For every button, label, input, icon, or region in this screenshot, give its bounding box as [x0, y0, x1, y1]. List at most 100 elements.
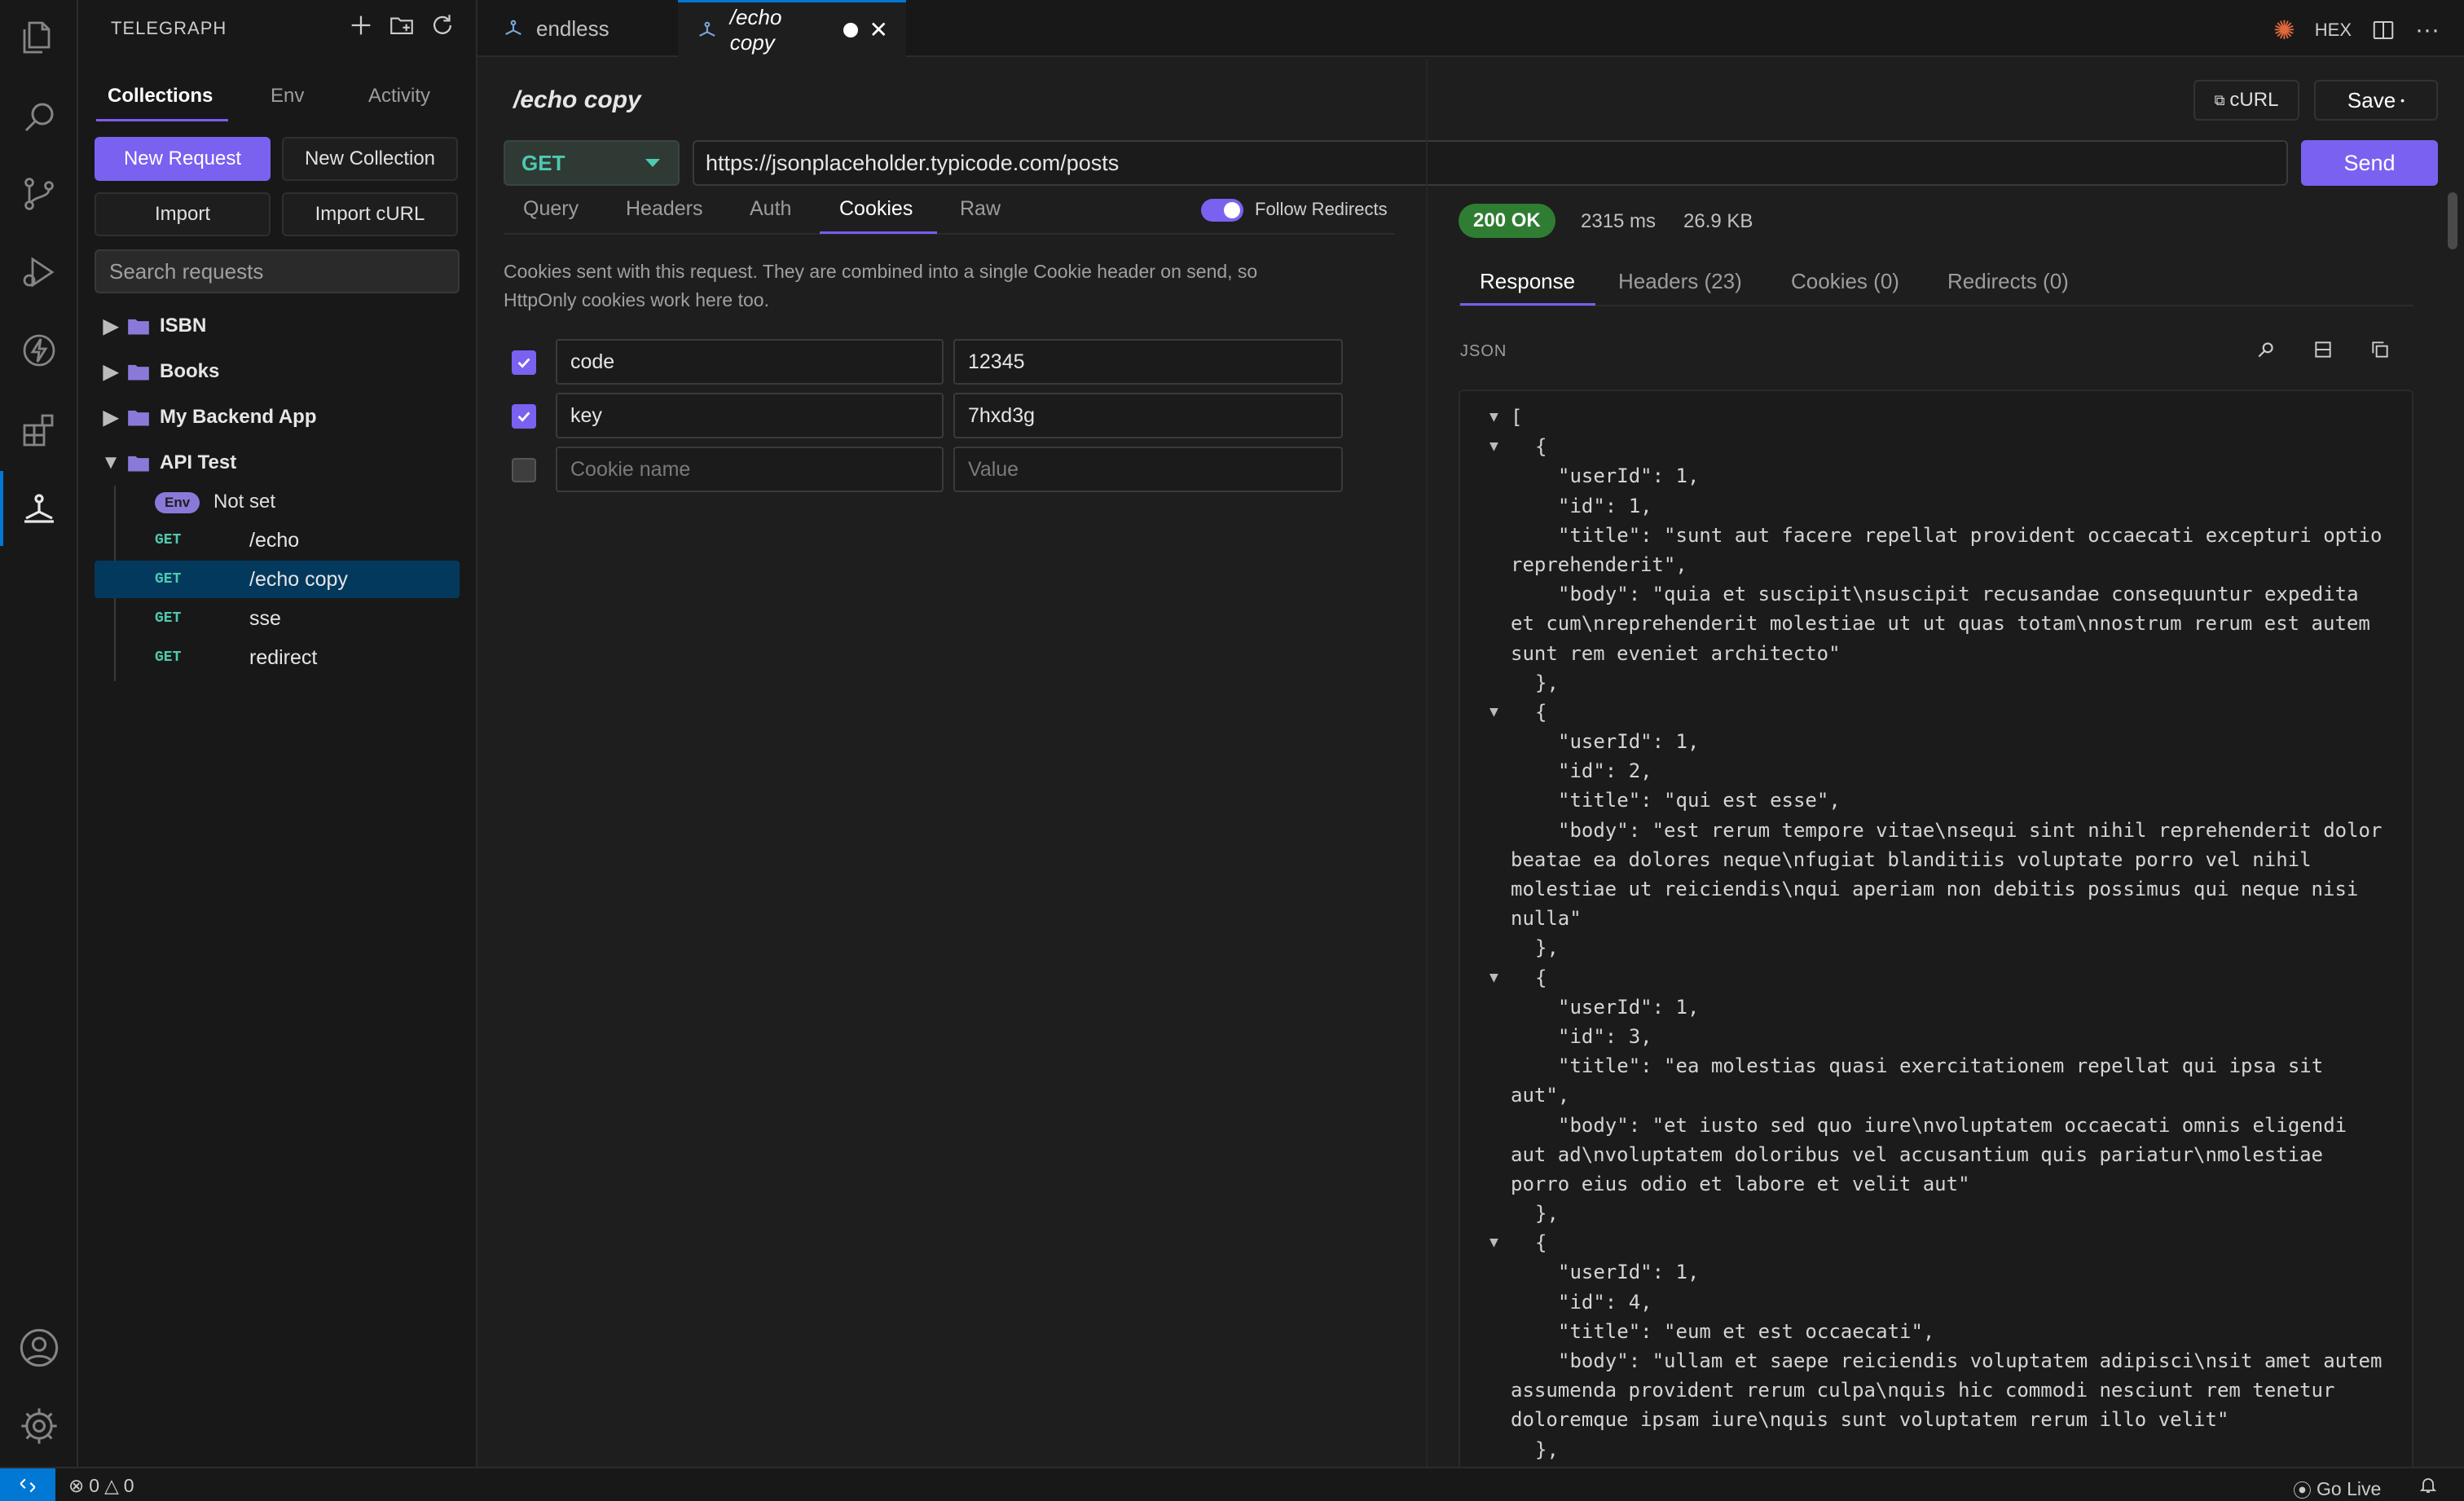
folder-isbn[interactable]: ▶ ISBN [95, 306, 460, 346]
cookie-value-input[interactable]: 7hxd3g [953, 393, 1343, 438]
follow-redirects-toggle[interactable] [1201, 199, 1243, 222]
json-text: "userId": 1, [1558, 464, 1700, 488]
request-name: /echo copy [249, 567, 348, 591]
editor-tabs-bar: endless /echo copy ✕ ✺ HEX ··· [477, 0, 2464, 57]
json-line: }, [1460, 1199, 2412, 1228]
json-text: "body": "quia et suscipit\nsuscipit recu… [1558, 583, 2359, 606]
json-text: { [1535, 966, 1547, 989]
folder-icon [128, 364, 149, 381]
new-request-button[interactable]: New Request [95, 137, 271, 181]
tabs-divider [1459, 305, 2413, 306]
collapse-triangle-icon[interactable]: ▼ [1489, 698, 1498, 727]
panel-splitter[interactable] [1426, 59, 1428, 1467]
json-text: { [1535, 700, 1547, 724]
tab-raw[interactable]: Raw [960, 197, 1001, 221]
json-line: ▼{ [1460, 698, 2412, 727]
json-text: et cum\nreprehenderit molestiae ut ut qu… [1511, 612, 2370, 636]
more-icon[interactable]: ··· [2415, 16, 2440, 44]
copy-icon[interactable] [2369, 339, 2391, 360]
search-requests-input[interactable]: Search requests [95, 249, 460, 293]
json-text: }, [1535, 936, 1559, 960]
problems-indicator[interactable]: ⊗ 0 △ 0 [68, 1475, 134, 1497]
bell-icon[interactable] [2418, 1475, 2438, 1494]
sparkle-icon[interactable]: ✺ [2273, 15, 2295, 46]
extensions-icon[interactable] [16, 407, 62, 453]
tab-headers[interactable]: Headers [626, 197, 703, 221]
folder-api-test[interactable]: ▼ API Test [95, 443, 460, 482]
close-icon[interactable]: ✕ [869, 16, 888, 43]
json-line: "title": "ea molestias quasi exercitatio… [1460, 1051, 2412, 1081]
cookie-value-input[interactable]: Value [953, 447, 1343, 492]
cookie-enabled-checkbox[interactable] [512, 458, 536, 482]
tab-active-underline [96, 119, 228, 121]
json-text: molestiae ut reiciendis\nqui aperiam non… [1511, 878, 2359, 900]
search-icon[interactable] [16, 95, 62, 140]
tab-query[interactable]: Query [523, 197, 579, 221]
send-button[interactable]: Send [2301, 140, 2438, 186]
request-title: /echo copy [513, 86, 641, 113]
collapse-triangle-icon[interactable]: ▼ [1489, 1228, 1498, 1257]
remote-indicator[interactable] [0, 1468, 55, 1501]
scrollbar-thumb[interactable] [2448, 192, 2457, 249]
url-input[interactable]: https://jsonplaceholder.typicode.com/pos… [693, 140, 2288, 186]
folder-icon [128, 319, 149, 335]
cookie-enabled-checkbox[interactable] [512, 404, 536, 429]
json-text: sunt rem eveniet architecto" [1511, 641, 1841, 665]
hex-label[interactable]: HEX [2315, 20, 2352, 41]
telegraph-icon [699, 21, 715, 37]
json-text: [ [1511, 406, 1523, 429]
add-icon[interactable] [347, 11, 375, 39]
tab-response-cookies[interactable]: Cookies (0) [1791, 269, 1899, 294]
tab-env[interactable]: Env [271, 85, 304, 108]
tab-auth[interactable]: Auth [750, 197, 791, 221]
curl-button[interactable]: ⧉ cURL [2193, 80, 2299, 121]
request-item-echo[interactable]: GET /echo [95, 522, 460, 559]
method-select[interactable]: GET [504, 140, 680, 186]
tab-cookies[interactable]: Cookies [839, 197, 913, 221]
request-item-redirect[interactable]: GET redirect [95, 639, 460, 676]
tabs-divider [504, 233, 1395, 235]
import-button[interactable]: Import [95, 192, 271, 236]
cookie-name-input[interactable]: Cookie name [556, 447, 944, 492]
new-folder-icon[interactable] [388, 11, 416, 39]
tab-collections[interactable]: Collections [108, 85, 213, 108]
account-icon[interactable] [16, 1325, 62, 1371]
folder-books[interactable]: ▶ Books [95, 352, 460, 391]
collapse-triangle-icon[interactable]: ▼ [1489, 963, 1498, 993]
save-button[interactable]: Save • [2314, 80, 2438, 121]
collapse-triangle-icon[interactable]: ▼ [1489, 432, 1498, 461]
split-editor-icon[interactable] [2371, 18, 2396, 42]
cookie-name-input[interactable]: key [556, 393, 944, 438]
new-collection-button[interactable]: New Collection [282, 137, 458, 181]
go-live-button[interactable]: ⦿ Go Live [2293, 1475, 2381, 1501]
json-text: }, [1535, 1202, 1559, 1226]
source-control-icon[interactable] [16, 171, 62, 217]
json-toolbar [2255, 339, 2391, 360]
collapse-icon[interactable] [2312, 339, 2334, 360]
cookie-value-input[interactable]: 12345 [953, 339, 1343, 385]
settings-gear-icon[interactable] [16, 1403, 62, 1449]
editor-tab-echo-copy[interactable]: /echo copy ✕ [678, 0, 906, 57]
explorer-icon[interactable] [16, 15, 62, 60]
tab-response-headers[interactable]: Headers (23) [1618, 269, 1742, 294]
tab-activity[interactable]: Activity [368, 85, 430, 108]
telegraph-icon[interactable] [16, 486, 62, 531]
json-text: porro eius odio et labore et velit aut" [1511, 1172, 1970, 1195]
refresh-icon[interactable] [429, 11, 456, 39]
env-value[interactable]: Not set [213, 491, 275, 513]
editor-tab-endless[interactable]: endless [484, 0, 678, 57]
tab-redirects[interactable]: Redirects (0) [1947, 269, 2069, 294]
json-text: "title": "ea molestias quasi exercitatio… [1558, 1054, 2324, 1078]
tab-response[interactable]: Response [1480, 269, 1575, 294]
import-curl-button[interactable]: Import cURL [282, 192, 458, 236]
request-item-sse[interactable]: GET sse [95, 600, 460, 637]
json-text: { [1535, 1231, 1547, 1255]
search-icon[interactable] [2255, 339, 2277, 360]
collapse-triangle-icon[interactable]: ▼ [1489, 403, 1498, 432]
cookie-enabled-checkbox[interactable] [512, 350, 536, 375]
cookie-name-input[interactable]: code [556, 339, 944, 385]
folder-my-backend-app[interactable]: ▶ My Backend App [95, 398, 460, 437]
request-item-echo-copy[interactable]: GET /echo copy [95, 561, 460, 598]
run-debug-icon[interactable] [16, 249, 62, 295]
lightning-icon[interactable] [16, 328, 62, 373]
